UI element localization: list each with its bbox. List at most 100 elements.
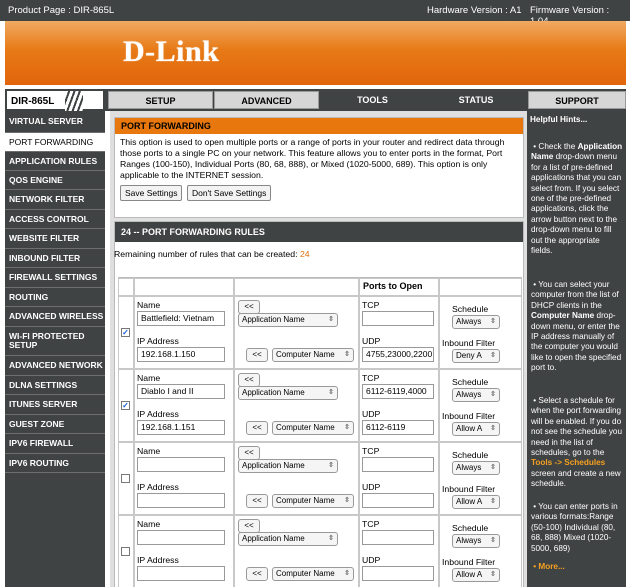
sidebar-item-port-forwarding[interactable]: PORT FORWARDING: [5, 133, 105, 152]
inbound-filter-select[interactable]: Allow A ⇳: [452, 495, 500, 509]
tcp-label: TCP: [362, 519, 380, 529]
fill-application-button[interactable]: <<: [238, 300, 260, 314]
inbound-filter-select[interactable]: Allow A ⇳: [452, 422, 500, 436]
dropdown-arrow-icon: ⇳: [490, 391, 496, 398]
tab-tools[interactable]: TOOLS: [320, 91, 425, 109]
sidebar-menu: VIRTUAL SERVER PORT FORWARDING APPLICATION…: [5, 111, 105, 587]
sidebar-item-virtual-server[interactable]: VIRTUAL SERVER: [5, 111, 105, 133]
sidebar-item-qos-engine[interactable]: QOS ENGINE: [5, 171, 105, 190]
ip-address-input[interactable]: [137, 566, 225, 581]
sidebar-item-ipv6-firewall[interactable]: IPV6 FIREWALL: [5, 434, 105, 454]
inbound-filter-label: Inbound Filter: [442, 411, 496, 421]
sidebar-item-website-filter[interactable]: WEBSITE FILTER: [5, 229, 105, 249]
dropdown-arrow-icon: ⇳: [490, 571, 496, 578]
name-input[interactable]: [137, 457, 225, 472]
fill-computer-button[interactable]: <<: [246, 494, 268, 508]
sidebar-item-inbound-filter[interactable]: INBOUND FILTER: [5, 249, 105, 268]
name-input[interactable]: [137, 530, 225, 545]
sidebar-item-dlna-settings[interactable]: DLNA SETTINGS: [5, 376, 105, 395]
tab-support[interactable]: SUPPORT: [528, 91, 626, 109]
inbound-filter-select[interactable]: Deny A ⇳: [452, 349, 500, 363]
tcp-ports-input[interactable]: [362, 311, 434, 326]
enable-rule-checkbox[interactable]: [121, 474, 130, 483]
sidebar-item-advanced-network[interactable]: ADVANCED NETWORK: [5, 356, 105, 376]
application-name-select[interactable]: Application Name ⇳: [238, 386, 338, 400]
sidebar-item-access-control[interactable]: ACCESS CONTROL: [5, 210, 105, 229]
dropdown-arrow-icon: ⇳: [328, 316, 334, 323]
sidebar-item-wi-fi-protected-setup[interactable]: WI-FI PROTECTED SETUP: [5, 327, 105, 356]
sidebar-item-guest-zone[interactable]: GUEST ZONE: [5, 415, 105, 434]
dont-save-settings-button[interactable]: Don't Save Settings: [186, 185, 272, 201]
fill-computer-button[interactable]: <<: [246, 421, 268, 435]
tab-advanced[interactable]: ADVANCED: [214, 91, 319, 109]
computer-name-select[interactable]: Computer Name ⇳: [272, 348, 354, 362]
inbound-filter-select[interactable]: Allow A ⇳: [452, 568, 500, 582]
fill-application-button[interactable]: <<: [238, 373, 260, 387]
ip-address-input[interactable]: 192.168.1.151: [137, 420, 225, 435]
fill-application-button[interactable]: <<: [238, 519, 260, 533]
tcp-label: TCP: [362, 446, 380, 456]
udp-ports-input[interactable]: [362, 566, 434, 581]
section-description: This option is used to open multiple por…: [120, 137, 505, 180]
brand-banner: D-Link: [5, 21, 626, 85]
dlink-logo: D-Link: [123, 35, 220, 68]
computer-name-select[interactable]: Computer Name ⇳: [272, 567, 354, 581]
remaining-label: Remaining number of rules that can be cr…: [114, 249, 298, 259]
tab-status[interactable]: STATUS: [426, 91, 526, 109]
save-settings-button[interactable]: Save Settings: [120, 185, 183, 201]
sidebar-item-firewall-settings[interactable]: FIREWALL SETTINGS: [5, 268, 105, 288]
fill-computer-button[interactable]: <<: [246, 567, 268, 581]
more-hints-link[interactable]: • More...: [531, 562, 623, 572]
tcp-ports-input[interactable]: 6112-6119,4000: [362, 384, 434, 399]
rules-table: Ports to Open ✓ Name Battlefield: Vietnam <<…: [118, 277, 522, 587]
hints-title: Helpful Hints...: [530, 115, 588, 124]
rules-title: 24 -- PORT FORWARDING RULES: [115, 222, 523, 242]
enable-rule-checkbox[interactable]: ✓: [121, 328, 130, 337]
sidebar-item-network-filter[interactable]: NETWORK FILTER: [5, 190, 105, 210]
name-label: Name: [137, 446, 161, 456]
udp-label: UDP: [362, 409, 381, 419]
schedule-select[interactable]: Always ⇳: [452, 461, 500, 475]
name-input[interactable]: Diablo I and II: [137, 384, 225, 399]
application-name-select[interactable]: Application Name ⇳: [238, 532, 338, 546]
dropdown-arrow-icon: ⇳: [328, 462, 334, 469]
application-name-select[interactable]: Application Name ⇳: [238, 459, 338, 473]
schedule-select[interactable]: Always ⇳: [452, 388, 500, 402]
sidebar-item-application-rules[interactable]: APPLICATION RULES: [5, 152, 105, 171]
main-content: PORT FORWARDING This option is used to o…: [110, 111, 527, 587]
enable-rule-checkbox[interactable]: [121, 547, 130, 556]
computer-name-select[interactable]: Computer Name ⇳: [272, 494, 354, 508]
tcp-ports-input[interactable]: [362, 530, 434, 545]
helpful-hints-panel: Helpful Hints... • Check the Application…: [527, 111, 626, 587]
top-navigation: DIR-865L SETUP ADVANCED TOOLS STATUS SUP…: [5, 89, 626, 111]
enable-rule-checkbox[interactable]: ✓: [121, 401, 130, 410]
schedule-label: Schedule: [452, 523, 489, 533]
remaining-count: 24: [299, 249, 310, 259]
tcp-ports-input[interactable]: [362, 457, 434, 472]
fill-application-button[interactable]: <<: [238, 446, 260, 460]
ports-to-open-header: Ports to Open: [359, 278, 439, 296]
tab-setup[interactable]: SETUP: [108, 91, 213, 109]
hint-schedule: • Select a schedule for when the port fo…: [531, 396, 623, 489]
udp-ports-input[interactable]: [362, 493, 434, 508]
sidebar-item-ipv6-routing[interactable]: IPV6 ROUTING: [5, 454, 105, 473]
header-spacer: [439, 278, 522, 296]
application-name-select[interactable]: Application Name ⇳: [238, 313, 338, 327]
fill-computer-button[interactable]: <<: [246, 348, 268, 362]
dropdown-arrow-icon: ⇳: [344, 570, 350, 577]
dropdown-arrow-icon: ⇳: [490, 464, 496, 471]
dropdown-arrow-icon: ⇳: [328, 535, 334, 542]
schedule-select[interactable]: Always ⇳: [452, 315, 500, 329]
name-input[interactable]: Battlefield: Vietnam: [137, 311, 225, 326]
sidebar-item-routing[interactable]: ROUTING: [5, 288, 105, 307]
ip-address-input[interactable]: 192.168.1.150: [137, 347, 225, 362]
schedule-select[interactable]: Always ⇳: [452, 534, 500, 548]
sidebar-item-itunes-server[interactable]: ITUNES SERVER: [5, 395, 105, 415]
sidebar-item-advanced-wireless[interactable]: ADVANCED WIRELESS: [5, 307, 105, 327]
udp-ports-input[interactable]: 4755,23000,2200: [362, 347, 434, 362]
computer-name-select[interactable]: Computer Name ⇳: [272, 421, 354, 435]
ip-address-input[interactable]: [137, 493, 225, 508]
udp-ports-input[interactable]: 6112-6119: [362, 420, 434, 435]
schedule-label: Schedule: [452, 450, 489, 460]
schedule-label: Schedule: [452, 304, 489, 314]
